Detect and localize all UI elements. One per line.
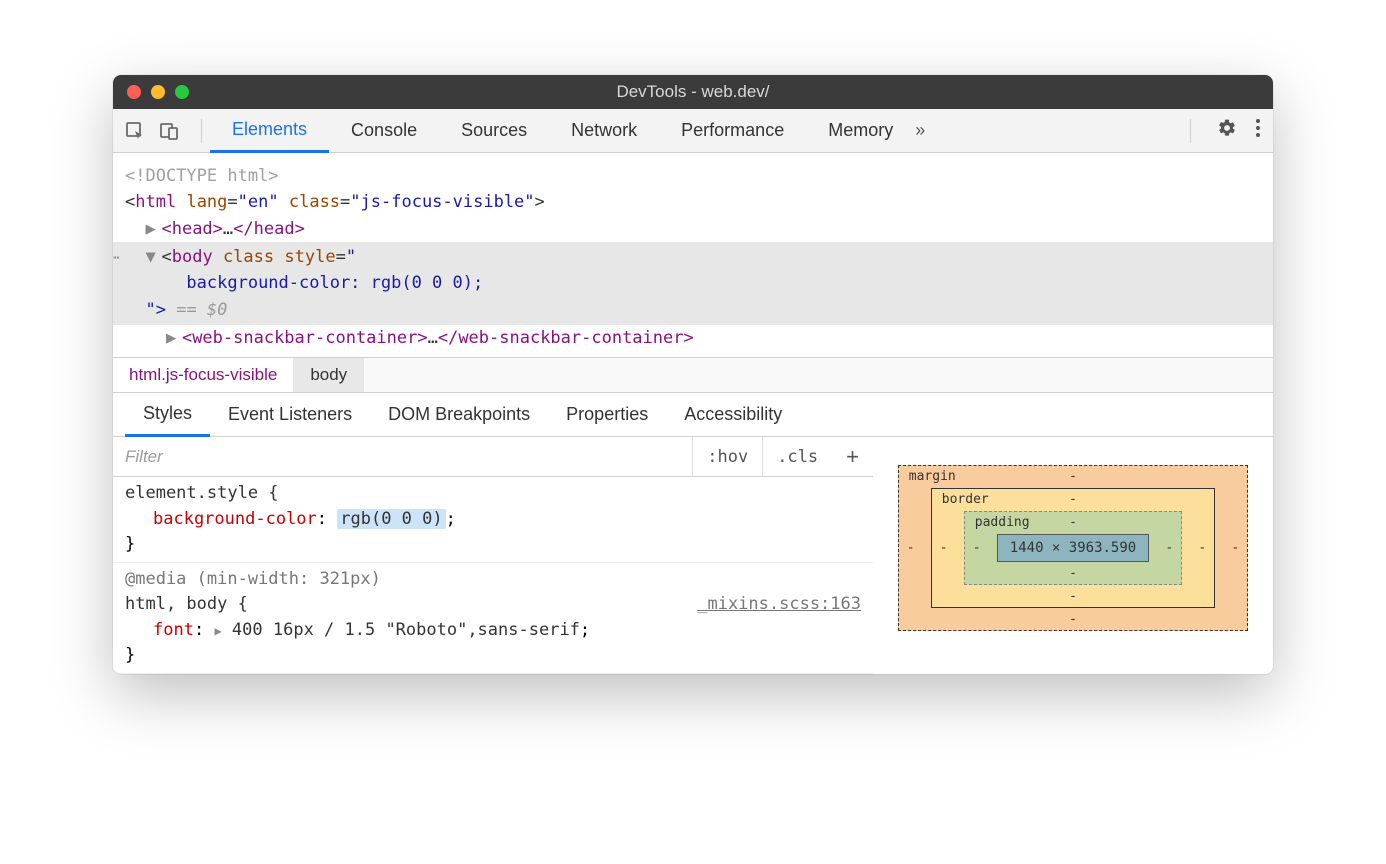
rule-html-body[interactable]: @media (min-width: 321px) html, body {_m… (113, 563, 873, 674)
devtools-window: DevTools - web.dev/ Elements Console Sou… (113, 75, 1273, 674)
new-style-rule-button[interactable]: + (832, 444, 873, 470)
subtab-accessibility[interactable]: Accessibility (666, 393, 800, 437)
box-border[interactable]: border - - - - padding - - - - 1440 × 39… (931, 488, 1215, 608)
box-margin[interactable]: margin - - - - border - - - - padding - (898, 465, 1248, 631)
snackbar-element[interactable]: ▶<web-snackbar-container>…</web-snackbar… (125, 325, 1261, 351)
tab-console[interactable]: Console (329, 109, 439, 153)
styles-panel: :hov .cls + element.style { background-c… (113, 437, 1273, 674)
panel-tabs: Elements Console Sources Network Perform… (210, 109, 925, 153)
divider (1190, 119, 1191, 143)
subtab-properties[interactable]: Properties (548, 393, 666, 437)
tab-performance[interactable]: Performance (659, 109, 806, 153)
head-element[interactable]: ▶<head>…</head> (125, 216, 1261, 242)
tab-elements[interactable]: Elements (210, 109, 329, 153)
sidebar-tabs: Styles Event Listeners DOM Breakpoints P… (113, 393, 1273, 437)
hov-toggle[interactable]: :hov (692, 437, 762, 477)
tab-sources[interactable]: Sources (439, 109, 549, 153)
settings-icon[interactable] (1217, 118, 1237, 143)
breadcrumb: html.js-focus-visible body (113, 357, 1273, 393)
box-model: margin - - - - border - - - - padding - (873, 437, 1273, 674)
minimize-window-button[interactable] (151, 85, 165, 99)
dom-tree[interactable]: <!DOCTYPE html> <html lang="en" class="j… (113, 153, 1273, 357)
crumb-body[interactable]: body (294, 358, 364, 392)
html-element[interactable]: <html lang="en" class="js-focus-visible"… (125, 189, 1261, 215)
styles-filter-input[interactable] (125, 447, 692, 467)
window-controls (127, 85, 189, 99)
cls-toggle[interactable]: .cls (762, 437, 832, 477)
subtab-styles[interactable]: Styles (125, 393, 210, 437)
subtab-dom-breakpoints[interactable]: DOM Breakpoints (370, 393, 548, 437)
style-rules: element.style { background-color: rgb(0 … (113, 477, 873, 674)
tabs-overflow-button[interactable]: » (915, 120, 925, 141)
rule-element-style[interactable]: element.style { background-color: rgb(0 … (113, 477, 873, 563)
doctype: <!DOCTYPE html> (125, 166, 279, 186)
tab-memory[interactable]: Memory (806, 109, 915, 153)
titlebar: DevTools - web.dev/ (113, 75, 1273, 109)
source-link[interactable]: _mixins.scss:163 (697, 592, 861, 618)
inspect-icon[interactable] (125, 121, 145, 141)
close-window-button[interactable] (127, 85, 141, 99)
box-content[interactable]: 1440 × 3963.590 (997, 534, 1149, 562)
window-title: DevTools - web.dev/ (113, 82, 1273, 102)
maximize-window-button[interactable] (175, 85, 189, 99)
body-element-selected[interactable]: ⋯ ▼<body class style=" background-color:… (113, 242, 1273, 325)
divider (201, 119, 202, 143)
subtab-event-listeners[interactable]: Event Listeners (210, 393, 370, 437)
box-padding[interactable]: padding - - - - 1440 × 3963.590 (964, 511, 1182, 585)
main-toolbar: Elements Console Sources Network Perform… (113, 109, 1273, 153)
device-toggle-icon[interactable] (159, 121, 179, 141)
styles-filterbar: :hov .cls + (113, 437, 873, 477)
crumb-html[interactable]: html.js-focus-visible (113, 358, 294, 392)
tab-network[interactable]: Network (549, 109, 659, 153)
more-icon[interactable] (1255, 118, 1261, 143)
